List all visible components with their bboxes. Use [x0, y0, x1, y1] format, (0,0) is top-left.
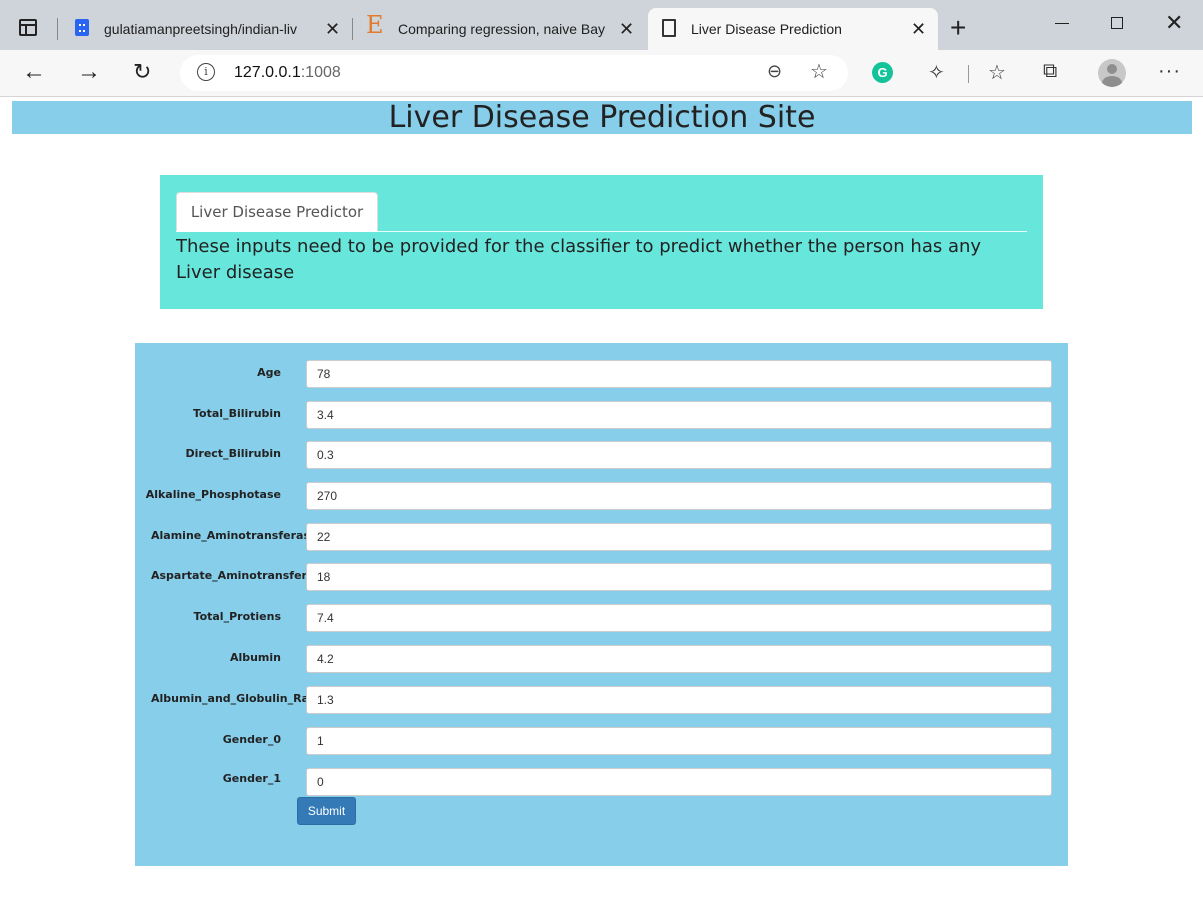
address-bar[interactable]: i 127.0.0.1:1008 ⊖ ☆	[180, 55, 848, 91]
add-favorite-icon[interactable]: ☆	[810, 59, 828, 84]
grammarly-icon[interactable]: G	[872, 62, 893, 83]
tab-title: Liver Disease Prediction	[691, 21, 842, 37]
tab-divider	[176, 231, 1027, 232]
forward-icon[interactable]: →	[77, 58, 101, 86]
tab-separator	[352, 18, 353, 40]
tab-comparing-regression[interactable]: E Comparing regression, naive Bay ✕	[356, 8, 646, 50]
gender-0-input[interactable]: 1	[306, 727, 1052, 755]
field-label: Total_Protiens	[193, 610, 281, 623]
address-host: 127.0.0.1	[234, 64, 301, 81]
field-label: Alkaline_Phosphotase	[145, 488, 281, 501]
close-tab-icon[interactable]: ✕	[911, 19, 926, 40]
info-description: These inputs need to be provided for the…	[176, 236, 982, 283]
tab-github[interactable]: gulatiamanpreetsingh/indian-liv ✕	[66, 8, 346, 50]
form-row-gender-1: Gender_1 0	[135, 768, 1068, 796]
favorites-icon[interactable]: ☆	[988, 60, 1006, 85]
albumin-globulin-ratio-input[interactable]: 1.3	[306, 686, 1052, 714]
form-row-alamine-aminotransferase: Alamine_Aminotransferase 22	[135, 523, 1068, 551]
github-icon	[75, 19, 89, 36]
form-row-total-protiens: Total_Protiens 7.4	[135, 604, 1068, 632]
aspartate-aminotransferase-input[interactable]: 18	[306, 563, 1052, 591]
more-icon[interactable]: ···	[1158, 60, 1181, 83]
tab-liver-disease-predictor[interactable]: Liver Disease Predictor	[176, 192, 378, 232]
site-info-icon[interactable]: i	[197, 63, 215, 81]
form-row-total-bilirubin: Total_Bilirubin 3.4	[135, 401, 1068, 429]
refresh-icon[interactable]: ↻	[133, 59, 151, 85]
direct-bilirubin-input[interactable]: 0.3	[306, 441, 1052, 469]
collections-icon[interactable]: ⧉	[1043, 60, 1057, 83]
address-url[interactable]: 127.0.0.1:1008	[234, 64, 341, 82]
close-tab-icon[interactable]: ✕	[619, 19, 634, 40]
window-close-icon[interactable]: ✕	[1165, 10, 1183, 36]
browser-toolbar: ← → ↻ i 127.0.0.1:1008 ⊖ ☆	[0, 50, 1203, 97]
field-label: Aspartate_Aminotransferase	[151, 569, 329, 582]
age-input[interactable]: 78	[306, 360, 1052, 388]
field-label: Gender_0	[222, 733, 281, 746]
extensions-icon[interactable]: ✧	[928, 60, 945, 85]
form-row-alkaline-phosphotase: Alkaline_Phosphotase 270	[135, 482, 1068, 510]
minimize-icon[interactable]	[1055, 23, 1069, 24]
alkaline-phosphotase-input[interactable]: 270	[306, 482, 1052, 510]
tab-liver-disease-prediction[interactable]: Liver Disease Prediction ✕	[648, 8, 938, 50]
address-port: :1008	[300, 64, 341, 81]
field-label: Albumin	[229, 651, 281, 664]
avatar[interactable]	[1098, 59, 1126, 87]
form-row-albumin-globulin-ratio: Albumin_and_Globulin_Ratio 1.3	[135, 686, 1068, 714]
field-label: Age	[257, 366, 281, 379]
new-tab-button[interactable]: +	[950, 12, 966, 44]
prediction-form: Age 78 Total_Bilirubin 3.4 Direct_Biliru…	[135, 343, 1068, 866]
gender-1-input[interactable]: 0	[306, 768, 1052, 796]
field-label: Direct_Bilirubin	[185, 447, 282, 460]
browser-tab-bar: gulatiamanpreetsingh/indian-liv ✕ E Comp…	[0, 0, 1203, 50]
toolbar-divider	[968, 65, 969, 83]
tab-actions-icon[interactable]	[19, 19, 37, 36]
field-label: Total_Bilirubin	[193, 407, 281, 420]
zoom-icon[interactable]: ⊖	[767, 61, 782, 82]
total-bilirubin-input[interactable]: 3.4	[306, 401, 1052, 429]
page-icon	[662, 19, 676, 37]
info-panel: Liver Disease Predictor These inputs nee…	[160, 175, 1043, 309]
field-label: Alamine_Aminotransferase	[151, 529, 318, 542]
back-icon[interactable]: ←	[22, 58, 46, 86]
e-icon: E	[366, 11, 384, 39]
albumin-input[interactable]: 4.2	[306, 645, 1052, 673]
form-row-gender-0: Gender_0 1	[135, 727, 1068, 755]
total-protiens-input[interactable]: 7.4	[306, 604, 1052, 632]
close-tab-icon[interactable]: ✕	[325, 19, 340, 40]
submit-button[interactable]: Submit	[297, 797, 356, 825]
form-row-albumin: Albumin 4.2	[135, 645, 1068, 673]
alamine-aminotransferase-input[interactable]: 22	[306, 523, 1052, 551]
form-row-aspartate-aminotransferase: Aspartate_Aminotransferase 18	[135, 563, 1068, 591]
form-row-age: Age 78	[135, 360, 1068, 388]
tab-title: Comparing regression, naive Bay	[398, 21, 605, 37]
maximize-icon[interactable]	[1111, 17, 1123, 29]
form-row-direct-bilirubin: Direct_Bilirubin 0.3	[135, 441, 1068, 469]
field-label: Albumin_and_Globulin_Ratio	[151, 692, 326, 705]
tab-title: gulatiamanpreetsingh/indian-liv	[104, 21, 298, 37]
page-title: Liver Disease Prediction Site	[12, 101, 1192, 134]
field-label: Gender_1	[222, 772, 281, 785]
tab-separator	[57, 18, 58, 40]
